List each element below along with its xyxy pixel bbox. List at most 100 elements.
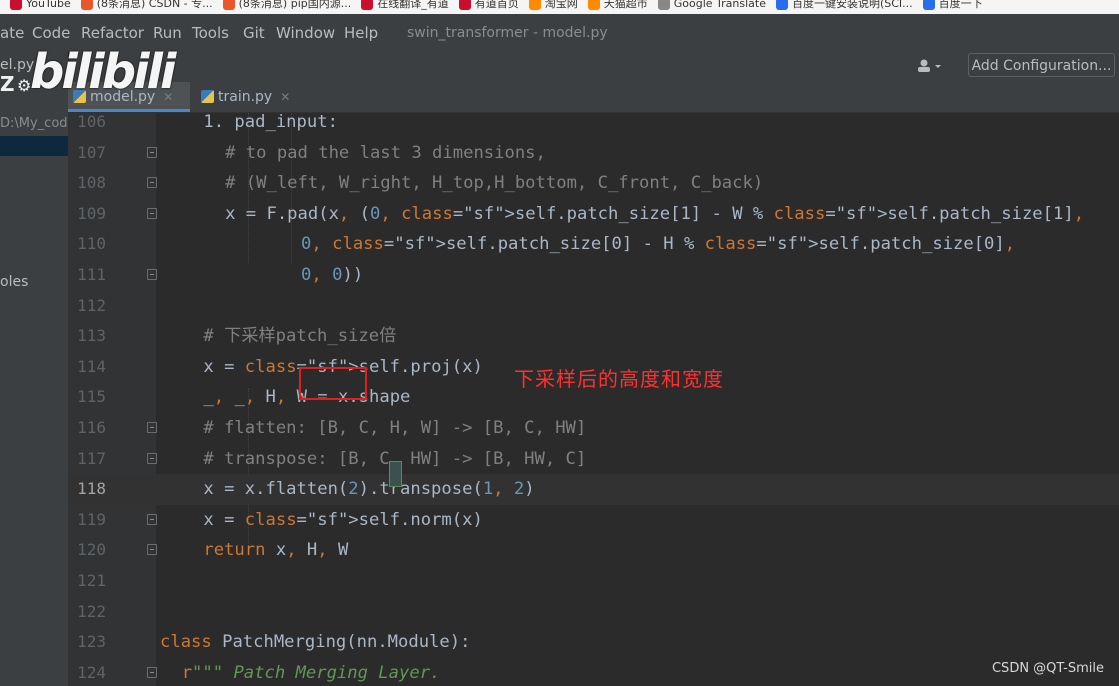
line-number: 124 (77, 662, 106, 682)
bookmark-item[interactable]: 百度一键安装说明(SCI... (775, 0, 913, 11)
fold-marker-icon[interactable] (147, 269, 157, 280)
fold-marker-icon[interactable] (147, 422, 157, 433)
line-number: 120 (77, 540, 106, 560)
sidebar-project-path[interactable]: D:\My_code (0, 116, 68, 131)
bookmark-item[interactable]: YouTube (10, 0, 71, 10)
bookmark-favicon-icon (587, 0, 600, 10)
code-line[interactable]: 113 # 下采样patch_size倍 (68, 321, 1119, 352)
line-number: 123 (77, 632, 106, 652)
code-line[interactable]: 121 (68, 566, 1119, 597)
code-text: # (W_left, W_right, H_top,H_bottom, C_fr… (225, 173, 764, 194)
csdn-credit: CSDN @QT-Smile (991, 661, 1104, 676)
code-line[interactable]: 112 (68, 291, 1119, 322)
bookmark-label: 天猫超市 (603, 0, 648, 10)
browser-bookmarks-bar: YouTube (8条消息) CSDN - 专... (8条消息) pip国内源..… (0, 0, 1119, 14)
bookmark-label: (8条消息) pip国内源... (238, 0, 352, 10)
menu-item-tools[interactable]: Tools (192, 24, 229, 42)
code-text: x = class="sf">self.norm(x) (203, 509, 483, 530)
code-text: x = F.pad(x, (0, class="sf">self.patch_s… (225, 203, 1085, 224)
fold-marker-icon[interactable] (147, 513, 157, 525)
code-editor[interactable]: 106 1. pad_input: 107 # to pad the last 3 d… (68, 113, 1119, 686)
bookmark-item[interactable]: 有道首页 (458, 0, 519, 11)
code-line[interactable]: 116 # flatten: [B, C, H, W] -> [B, C, HW] (68, 413, 1119, 444)
line-number: 119 (77, 509, 106, 529)
menu-item-git[interactable]: Git (243, 24, 265, 42)
tab-model-py[interactable]: model.py ✕ (68, 82, 190, 112)
fold-marker-icon[interactable] (147, 544, 157, 556)
bookmark-favicon-icon (657, 0, 670, 10)
menu-bar: ate Code Refactor Run Tools Git Window H… (0, 14, 1119, 52)
bookmark-label: (8条消息) CSDN - 专... (96, 0, 213, 10)
code-line[interactable]: 119 x = class="sf">self.norm(x) (68, 505, 1119, 536)
fold-marker-icon[interactable] (147, 177, 157, 189)
line-number: 122 (77, 601, 106, 621)
menu-item-run[interactable]: Run (153, 24, 182, 42)
user-icon[interactable] (916, 57, 950, 75)
code-line[interactable]: 106 1. pad_input: (68, 113, 1119, 138)
bookmark-item[interactable]: 在线翻译_有道 (361, 0, 449, 11)
sidebar-external-libraries[interactable]: oles (0, 274, 28, 290)
close-icon[interactable]: ✕ (163, 90, 173, 104)
tab-train-py[interactable]: train.py ✕ (196, 82, 300, 112)
bookmark-label: YouTube (26, 0, 71, 10)
code-text: 0, 0)) (301, 265, 364, 285)
menu-item-refactor[interactable]: Refactor (81, 24, 144, 42)
line-number: 112 (77, 295, 106, 315)
bookmark-item[interactable]: 百度一下 (922, 0, 983, 11)
bookmark-item[interactable]: 淘宝网 (528, 0, 578, 11)
bookmark-item[interactable]: Google Translate (657, 0, 766, 10)
code-line[interactable]: 118 x = x.flatten(2).transpose(1, 2) (68, 474, 1119, 505)
line-number: 110 (77, 234, 106, 254)
code-line[interactable]: 110 0, class="sf">self.patch_size[0] - H … (68, 229, 1119, 260)
fold-marker-icon[interactable] (147, 666, 157, 678)
code-line[interactable]: 109 x = F.pad(x, (0, class="sf">self.patc… (68, 199, 1119, 230)
sidebar-file-label[interactable]: el.py (0, 57, 34, 73)
sidebar-selected-row[interactable] (0, 136, 68, 156)
toolbar: Add Configuration... (0, 52, 1119, 83)
code-line[interactable]: 120 return x, H, W (68, 535, 1119, 566)
bookmark-label: 淘宝网 (544, 0, 578, 10)
line-number: 109 (77, 203, 106, 223)
fold-marker-icon[interactable] (147, 146, 157, 158)
code-text: # to pad the last 3 dimensions, (225, 142, 546, 163)
menu-item-help[interactable]: Help (344, 24, 378, 42)
code-line[interactable]: 111 0, 0)) (68, 260, 1119, 291)
fold-marker-icon[interactable] (147, 207, 157, 219)
code-line[interactable]: 107 # to pad the last 3 dimensions, (68, 138, 1119, 169)
project-label: a (0, 52, 11, 56)
menu-item-navigate[interactable]: ate (0, 24, 24, 42)
code-line[interactable]: 124 r""" Patch Merging Layer. (68, 658, 1119, 686)
bookmark-favicon-icon (528, 0, 541, 10)
code-line[interactable]: 123 class PatchMerging(nn.Module): (68, 627, 1119, 658)
close-icon[interactable]: ✕ (280, 90, 290, 104)
code-line[interactable]: 122 (68, 597, 1119, 628)
fold-marker-icon[interactable] (147, 452, 157, 464)
python-file-icon (201, 90, 214, 103)
bookmark-label: 百度一下 (938, 0, 983, 10)
bookmark-item[interactable]: (8条消息) pip国内源... (222, 0, 352, 11)
add-configuration-button[interactable]: Add Configuration... (968, 53, 1115, 77)
code-text: x = x.flatten(2).transpose(1, 2) (203, 479, 535, 500)
line-number: 115 (77, 387, 106, 407)
user-dropdown-icon (918, 59, 941, 72)
code-line[interactable]: 108 # (W_left, W_right, H_top,H_bottom, C… (68, 168, 1119, 199)
menu-item-code[interactable]: Code (32, 24, 70, 42)
bookmark-item[interactable]: 天猫超市 (587, 0, 648, 11)
annotation-box (299, 367, 367, 400)
bookmark-favicon-icon (222, 0, 235, 10)
bookmark-label: 在线翻译_有道 (377, 0, 449, 10)
line-number: 113 (77, 326, 106, 346)
python-file-icon (73, 90, 86, 103)
bookmark-label: Google Translate (673, 0, 766, 10)
bookmark-item[interactable]: (8条消息) CSDN - 专... (80, 0, 213, 11)
code-text: return x, H, W (203, 540, 349, 561)
tab-label: train.py (218, 89, 273, 105)
menu-item-window[interactable]: Window (276, 24, 335, 42)
code-line[interactable]: 117 # transpose: [B, C, HW] -> [B, HW, C] (68, 444, 1119, 475)
line-number: 106 (77, 113, 106, 131)
bookmark-favicon-icon (10, 0, 22, 10)
window-title: swin_transformer - model.py (407, 25, 608, 41)
project-sidebar: a el.py D:\My_code oles (0, 52, 69, 686)
bookmark-favicon-icon (775, 0, 788, 10)
code-text: 0, class="sf">self.patch_size[0] - H % c… (301, 234, 1016, 255)
